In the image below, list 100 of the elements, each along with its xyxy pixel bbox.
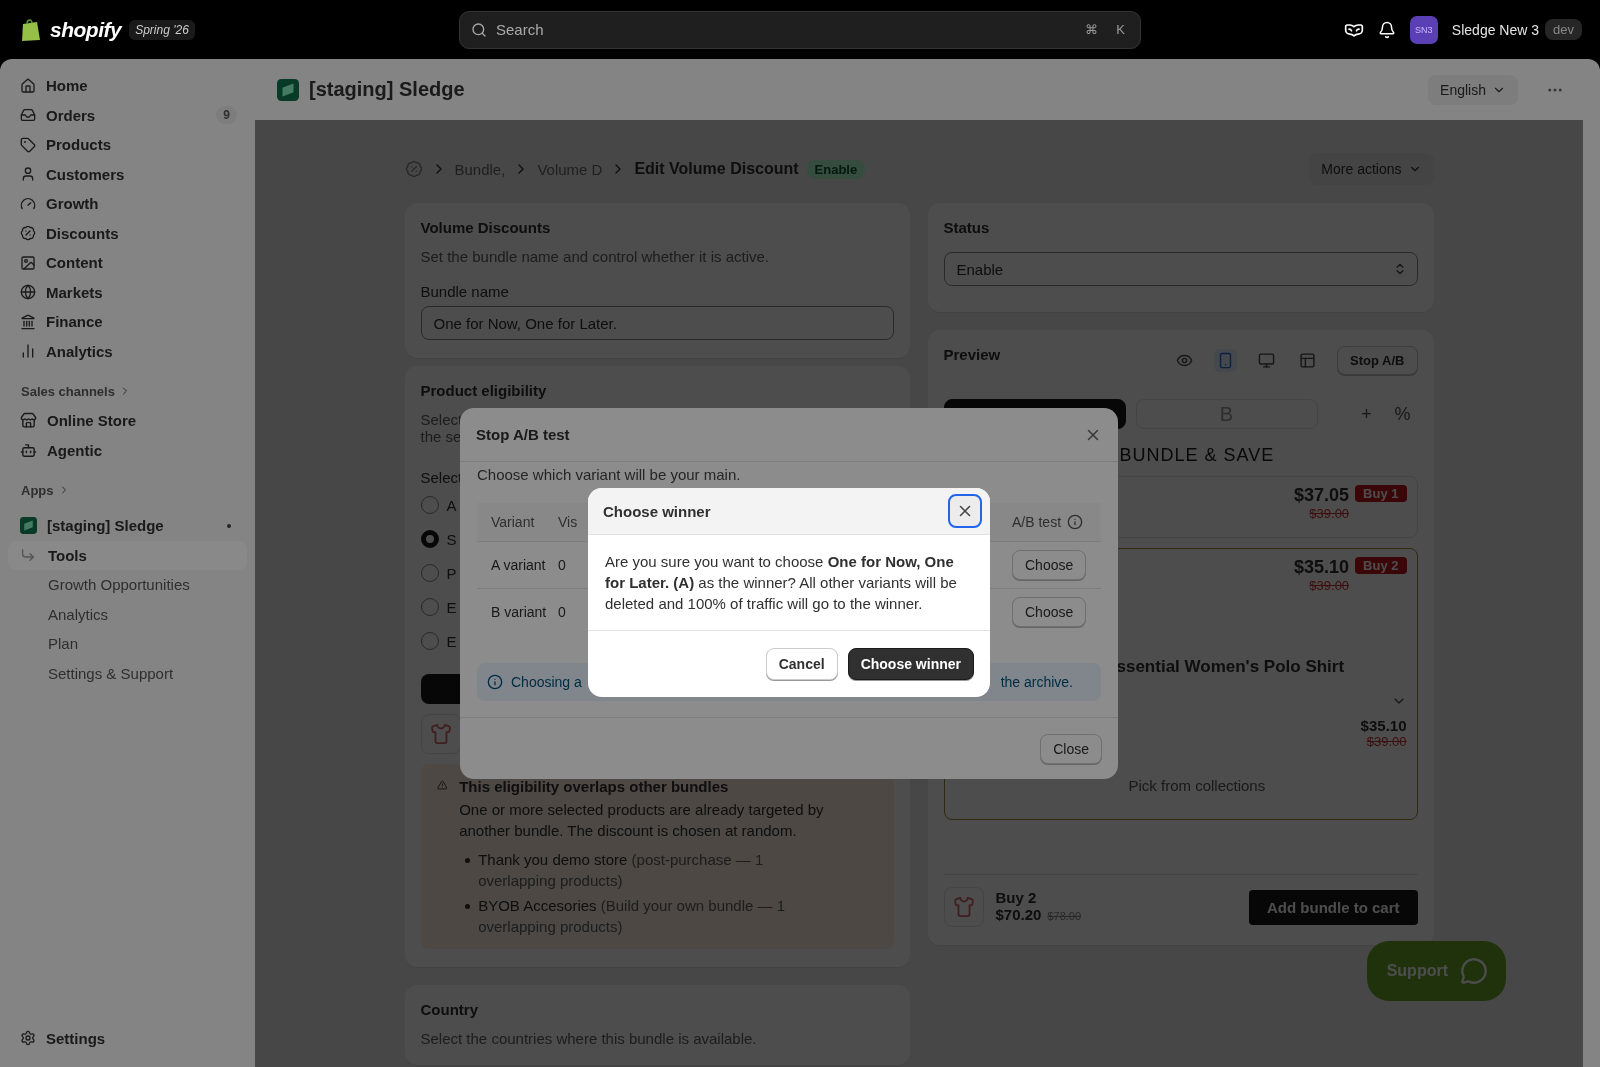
shirt-icon: [429, 723, 452, 745]
store-avatar[interactable]: SN3: [1409, 15, 1438, 44]
price: $37.05: [1294, 485, 1350, 506]
close-button[interactable]: Close: [1040, 733, 1102, 764]
chat-icon: [1460, 957, 1488, 985]
nav-item[interactable]: Orders 9: [8, 100, 247, 130]
column-header: A/B test: [1012, 514, 1062, 531]
table-cell: 0: [558, 557, 566, 574]
nav-item[interactable]: Agentic: [8, 435, 247, 465]
choose-button[interactable]: Choose: [1012, 597, 1087, 628]
nav-item[interactable]: Settings: [8, 1023, 247, 1053]
notifications-icon[interactable]: [1377, 20, 1396, 39]
nav-icon: [20, 107, 36, 124]
nav-item[interactable]: Content: [8, 248, 247, 278]
cancel-button[interactable]: Cancel: [765, 648, 838, 680]
bundle-title: Buy 2: [995, 889, 1038, 906]
store-name[interactable]: Sledge New 3: [1451, 21, 1540, 38]
choose-winner-button[interactable]: Choose winner: [847, 648, 974, 680]
nav-icon: [20, 284, 36, 301]
page-title: Edit Volume Discount: [634, 160, 799, 178]
info-icon: [1067, 514, 1084, 531]
device-toggle[interactable]: [1214, 349, 1238, 372]
nav-icon: [20, 343, 36, 360]
nav-icon: [20, 195, 36, 212]
table-cell: B variant: [491, 604, 547, 621]
app-title: [staging] Sledge: [309, 78, 465, 101]
app-icon: [20, 517, 37, 535]
price: $35.10: [1360, 717, 1407, 734]
compare-price: $39.00: [1309, 578, 1350, 593]
radio-button[interactable]: [420, 632, 439, 650]
card-title: Country: [420, 1001, 478, 1018]
section-title[interactable]: Sales channels: [8, 380, 247, 402]
bundle-price: $70.20: [995, 906, 1042, 923]
search-icon: [471, 21, 487, 38]
shortcut-key: K: [1116, 21, 1125, 37]
bundle-name-field[interactable]: One for Now, One for Later.: [420, 306, 894, 340]
radio-label: A: [446, 496, 457, 514]
table-cell: 0: [558, 604, 566, 621]
count-badge: 9: [216, 106, 237, 125]
nav-item[interactable]: Markets: [8, 277, 247, 307]
close-button[interactable]: [948, 494, 982, 528]
add-to-cart-button[interactable]: Add bundle to cart: [1249, 889, 1418, 925]
radio-button[interactable]: [420, 496, 439, 514]
nav-item[interactable]: Products: [8, 130, 247, 160]
subnav-item[interactable]: Growth Opportunities: [8, 570, 247, 600]
channel-icon: [20, 441, 37, 459]
nav-item[interactable]: Online Store: [8, 406, 247, 436]
price: $35.10: [1294, 557, 1350, 578]
nav-icon: [20, 313, 36, 330]
nav-item[interactable]: Growth: [8, 189, 247, 219]
radio-button[interactable]: [420, 530, 439, 548]
radio-label: E: [446, 632, 457, 650]
info-icon: [487, 674, 503, 691]
radio-label: S: [446, 530, 457, 548]
nav-item[interactable]: Analytics: [8, 336, 247, 366]
tier-badge: Buy 1: [1355, 485, 1407, 502]
column-header: Variant: [491, 514, 535, 531]
banner-text: the archive.: [1000, 674, 1073, 691]
shortcut-key: ⌘: [1085, 21, 1099, 37]
app-nav-item[interactable]: [staging] Sledge: [8, 511, 247, 541]
product-name: ssential Women's Polo Shirt: [1116, 657, 1346, 677]
dialog-text: Are you sure you want to choose One for Now, One for Later. (A) as the winner? All other variants will be deleted and 100% of traffic will go to the winner.: [588, 535, 990, 631]
table-cell: A variant: [491, 557, 546, 574]
field-label: Select: [420, 469, 463, 486]
choose-button[interactable]: Choose: [1012, 550, 1087, 581]
section-title[interactable]: Apps: [8, 479, 247, 501]
dev-badge: dev: [1545, 19, 1582, 40]
nav-item[interactable]: Discounts: [8, 218, 247, 248]
nav-item[interactable]: Finance: [8, 307, 247, 337]
warning-title: This eligibility overlaps other bundles: [459, 777, 730, 797]
card-title: Preview: [943, 346, 1001, 363]
subnav-item[interactable]: Settings & Support: [8, 658, 247, 688]
card-title: Status: [943, 219, 990, 236]
brand-name: shopify: [50, 17, 122, 42]
settings-icon: [20, 1030, 36, 1047]
discount-icon[interactable]: [404, 160, 423, 178]
nav-item[interactable]: Customers: [8, 159, 247, 189]
dialog-title: Choose winner: [603, 502, 711, 520]
radio-button[interactable]: [420, 598, 439, 616]
subnav-item[interactable]: Plan: [8, 629, 247, 659]
warning-text: One or more selected products are already targeted by another bundle. The discount is chosen at random.: [459, 800, 825, 841]
nav-icon: [20, 254, 36, 271]
bullet-icon: [465, 904, 471, 909]
subnav-item[interactable]: Tools: [8, 540, 247, 570]
radio-button[interactable]: [420, 564, 439, 582]
status-select[interactable]: Enable: [943, 252, 1418, 286]
bullet-icon: [465, 858, 471, 863]
nav-item[interactable]: Home: [8, 71, 247, 101]
dialog-text: Choose which variant will be your main.: [477, 466, 742, 484]
subnav-item[interactable]: Analytics: [8, 599, 247, 629]
shopping-bag-icon: [20, 17, 42, 42]
card-title: Volume Discounts: [420, 219, 551, 236]
field-label: Bundle name: [420, 283, 509, 300]
radio-label: E: [446, 598, 457, 616]
card-title: Product eligibility: [420, 382, 547, 399]
edition-badge: Spring '26: [129, 19, 195, 40]
language-select[interactable]: English: [1428, 74, 1518, 105]
stop-ab-button[interactable]: Stop A/B: [1337, 346, 1418, 375]
radio-label: P: [446, 564, 457, 582]
nav-icon: [20, 136, 36, 153]
